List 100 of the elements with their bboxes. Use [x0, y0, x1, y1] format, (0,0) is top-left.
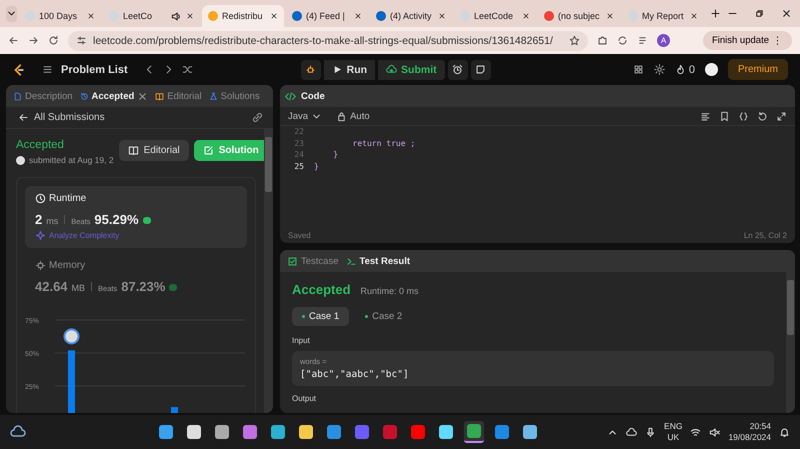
editorial-button[interactable]: Editorial: [118, 140, 189, 161]
close-icon[interactable]: [690, 12, 698, 20]
line-number: 25: [293, 162, 304, 171]
address-bar[interactable]: leetcode.com/problems/redistribute-characters-to-make-all-strings-equal/submissions/1361482651/: [68, 30, 588, 50]
tab-icon: [208, 92, 218, 100]
note-icon[interactable]: [475, 64, 486, 75]
close-icon[interactable]: [438, 12, 446, 20]
beats-percent: 95.29%: [94, 212, 139, 227]
close-icon[interactable]: [87, 12, 95, 20]
chip-icon: [35, 260, 46, 271]
runtime-unit: ms: [46, 216, 58, 226]
format-icon[interactable]: [700, 110, 711, 122]
tab-title: 100 Days: [39, 11, 78, 21]
logo-icon[interactable]: [12, 62, 26, 76]
microphone-icon[interactable]: [645, 426, 656, 438]
site-settings-icon[interactable]: [76, 35, 87, 46]
all-submissions-link[interactable]: All Submissions: [18, 112, 105, 123]
browser-tab[interactable]: My Report: [622, 5, 704, 27]
back-icon[interactable]: [8, 35, 19, 46]
region-text[interactable]: UK: [667, 432, 680, 443]
submitted-date: submitted at Aug 19, 2: [29, 155, 114, 165]
runtime-title: Runtime: [49, 193, 86, 204]
flame-icon: [674, 64, 686, 75]
forward-icon[interactable]: [28, 35, 39, 46]
clock-icon: [35, 193, 46, 204]
cloud-icon[interactable]: [626, 426, 638, 438]
line-number: 24: [293, 150, 304, 160]
language-dropdown[interactable]: Java: [288, 110, 322, 122]
scrollbar[interactable]: [786, 272, 795, 413]
status-dot: [302, 315, 305, 318]
user-marker-icon: [64, 328, 80, 344]
accepted-status: Accepted: [16, 139, 65, 151]
browser-tab[interactable]: (4) Feed |: [286, 5, 368, 27]
browser-tab[interactable]: (no subjec: [538, 5, 620, 27]
close-icon[interactable]: [606, 12, 614, 20]
wifi-icon[interactable]: [690, 426, 702, 438]
bell-icon[interactable]: [779, 426, 790, 438]
memory-value: 42.64: [35, 279, 68, 294]
beats-percent: 87.23%: [121, 279, 166, 294]
restore-icon[interactable]: [754, 8, 765, 19]
expand-icon[interactable]: [776, 110, 787, 122]
bookmark-star-icon[interactable]: [569, 35, 580, 46]
streak-counter[interactable]: 0: [674, 64, 695, 76]
close-icon[interactable]: [186, 12, 194, 20]
tab-icon: [287, 256, 298, 266]
premium-button[interactable]: Premium: [728, 59, 788, 80]
avatar-icon[interactable]: [704, 63, 718, 76]
avatar-icon: [16, 156, 25, 164]
browser-tab[interactable]: 100 Days: [19, 5, 101, 27]
link-icon[interactable]: [252, 112, 263, 123]
browser-tab[interactable]: LeetCode: [454, 5, 536, 27]
scrollbar[interactable]: [264, 129, 273, 413]
close-icon[interactable]: [270, 12, 278, 20]
book-icon: [128, 145, 139, 156]
alarm-clock-icon[interactable]: [452, 64, 464, 75]
undo-icon[interactable]: [757, 110, 768, 122]
case-tab[interactable]: Case 1: [292, 307, 350, 326]
run-button[interactable]: Run: [324, 60, 376, 80]
mute-icon[interactable]: [709, 426, 720, 438]
edit-icon: [202, 145, 214, 156]
browser-tab[interactable]: (4) Activity: [370, 5, 452, 27]
bookmark-icon[interactable]: [719, 110, 730, 122]
tab-title: LeetCo: [123, 11, 154, 21]
back-arrow-icon: [18, 112, 29, 123]
accepted-status: Accepted: [292, 282, 351, 297]
panel-tab[interactable]: Description: [11, 90, 75, 102]
list-icon[interactable]: [42, 64, 53, 75]
speaker-icon[interactable]: [171, 10, 182, 22]
close-icon[interactable]: [354, 12, 362, 20]
close-icon[interactable]: [781, 8, 792, 19]
clock-time[interactable]: 20:54: [750, 421, 771, 432]
language-text[interactable]: ENG: [664, 421, 682, 432]
browser-tab[interactable]: LeetCo: [103, 5, 200, 27]
panel-tab[interactable]: Editorial: [153, 90, 204, 102]
memory-title: Memory: [49, 260, 86, 271]
grid-icon[interactable]: [632, 64, 644, 75]
extensions-icon[interactable]: [597, 35, 608, 46]
braces-icon[interactable]: [738, 110, 749, 122]
panel-tab[interactable]: Testcase: [285, 256, 340, 266]
media-icon[interactable]: [637, 35, 648, 46]
new-tab-icon[interactable]: [710, 8, 721, 19]
runtime-value: 2: [35, 212, 42, 227]
close-icon[interactable]: [522, 12, 530, 20]
weather-icon[interactable]: [10, 424, 26, 440]
browser-tab[interactable]: Redistribu: [202, 5, 284, 27]
auto-mode-toggle[interactable]: Auto: [336, 110, 370, 122]
reload-icon[interactable]: [48, 35, 59, 46]
clock-date[interactable]: 19/08/2024: [728, 432, 771, 443]
shuffle-icon[interactable]: [182, 64, 193, 75]
panel-tab[interactable]: Accepted: [78, 90, 150, 102]
profile-avatar[interactable]: A: [657, 34, 670, 47]
line-number: 23: [293, 138, 304, 148]
code-line: }: [332, 150, 338, 160]
panel-tab[interactable]: Solutions: [206, 90, 262, 102]
finish-update-button[interactable]: Finish update: [702, 31, 792, 50]
sync-icon[interactable]: [617, 35, 628, 46]
problem-list-link[interactable]: Problem List: [61, 64, 128, 76]
submit-button[interactable]: Submit: [378, 60, 445, 80]
panel-tab[interactable]: Test Result: [344, 256, 412, 266]
case-tab[interactable]: Case 2: [355, 307, 412, 326]
